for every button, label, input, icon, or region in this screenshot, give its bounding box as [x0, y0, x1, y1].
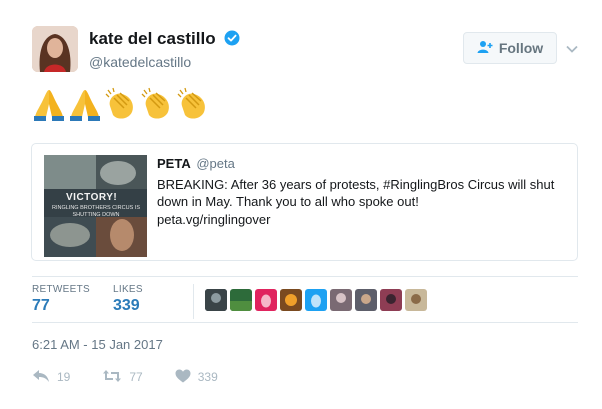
liker-avatar[interactable]	[280, 289, 302, 311]
quoted-tweet-link[interactable]: peta.vg/ringlingover	[157, 212, 270, 227]
liker-avatar[interactable]	[230, 289, 252, 311]
like-button[interactable]: 339	[175, 369, 218, 386]
verified-badge-icon	[224, 30, 240, 51]
heart-icon	[175, 369, 191, 386]
liker-avatar[interactable]	[205, 289, 227, 311]
follow-button[interactable]: Follow	[463, 32, 557, 64]
folded-hands-emoji-icon	[34, 90, 64, 121]
liker-avatar[interactable]	[255, 289, 277, 311]
tweet-actions: 19 77 339	[32, 368, 218, 386]
author-handle[interactable]: @katedelcastillo	[89, 54, 191, 70]
retweet-count: 77	[129, 370, 143, 384]
reply-button[interactable]: 19	[32, 369, 70, 386]
like-count: 339	[197, 370, 218, 384]
follow-person-icon	[477, 40, 493, 57]
quoted-tweet-text: BREAKING: After 36 years of protests, #R…	[157, 177, 555, 209]
quoted-tweet[interactable]: VICTORY! RINGLING BROTHERS CIRCUS IS SHU…	[31, 143, 578, 261]
reply-icon	[32, 369, 50, 386]
author-avatar[interactable]	[32, 26, 78, 72]
author-name[interactable]: kate del castillo	[89, 29, 240, 51]
likers-avatars	[205, 289, 427, 311]
follow-button-label: Follow	[498, 40, 544, 56]
liker-avatar[interactable]	[380, 289, 402, 311]
chevron-down-icon[interactable]	[564, 41, 580, 57]
likes-label: LIKES	[113, 284, 143, 295]
retweets-label: RETWEETS	[32, 284, 90, 295]
liker-avatar[interactable]	[355, 289, 377, 311]
divider	[32, 276, 578, 277]
likes-count[interactable]: 339	[113, 297, 140, 315]
tweet-card: kate del castillo @katedelcastillo Follo…	[0, 0, 602, 409]
quoted-author-handle: @peta	[196, 156, 235, 171]
tweet-text-emojis	[32, 86, 210, 124]
divider	[32, 322, 578, 323]
clapping-hands-emoji-icon	[177, 87, 205, 119]
liker-avatar[interactable]	[330, 289, 352, 311]
thumbnail-victory-text: VICTORY!	[66, 192, 118, 203]
quoted-author-name: PETA	[157, 156, 191, 171]
folded-hands-emoji-icon	[70, 90, 100, 121]
reply-count: 19	[57, 370, 71, 384]
clapping-hands-emoji-icon	[105, 87, 133, 119]
thumbnail-caption-text: RINGLING BROTHERS CIRCUS IS SHUTTING DOW…	[51, 205, 140, 218]
retweet-button[interactable]: 77	[102, 369, 143, 386]
quoted-tweet-header: PETA @peta	[157, 156, 235, 171]
retweets-count[interactable]: 77	[32, 297, 50, 315]
quoted-tweet-thumbnail[interactable]: VICTORY! RINGLING BROTHERS CIRCUS IS SHU…	[44, 155, 147, 257]
liker-avatar[interactable]	[305, 289, 327, 311]
author-name-text[interactable]: kate del castillo	[89, 29, 216, 48]
retweet-icon	[102, 369, 122, 386]
stats-divider	[193, 284, 194, 319]
liker-avatar[interactable]	[405, 289, 427, 311]
clapping-hands-emoji-icon	[141, 87, 169, 119]
tweet-timestamp[interactable]: 6:21 AM - 15 Jan 2017	[32, 337, 163, 352]
